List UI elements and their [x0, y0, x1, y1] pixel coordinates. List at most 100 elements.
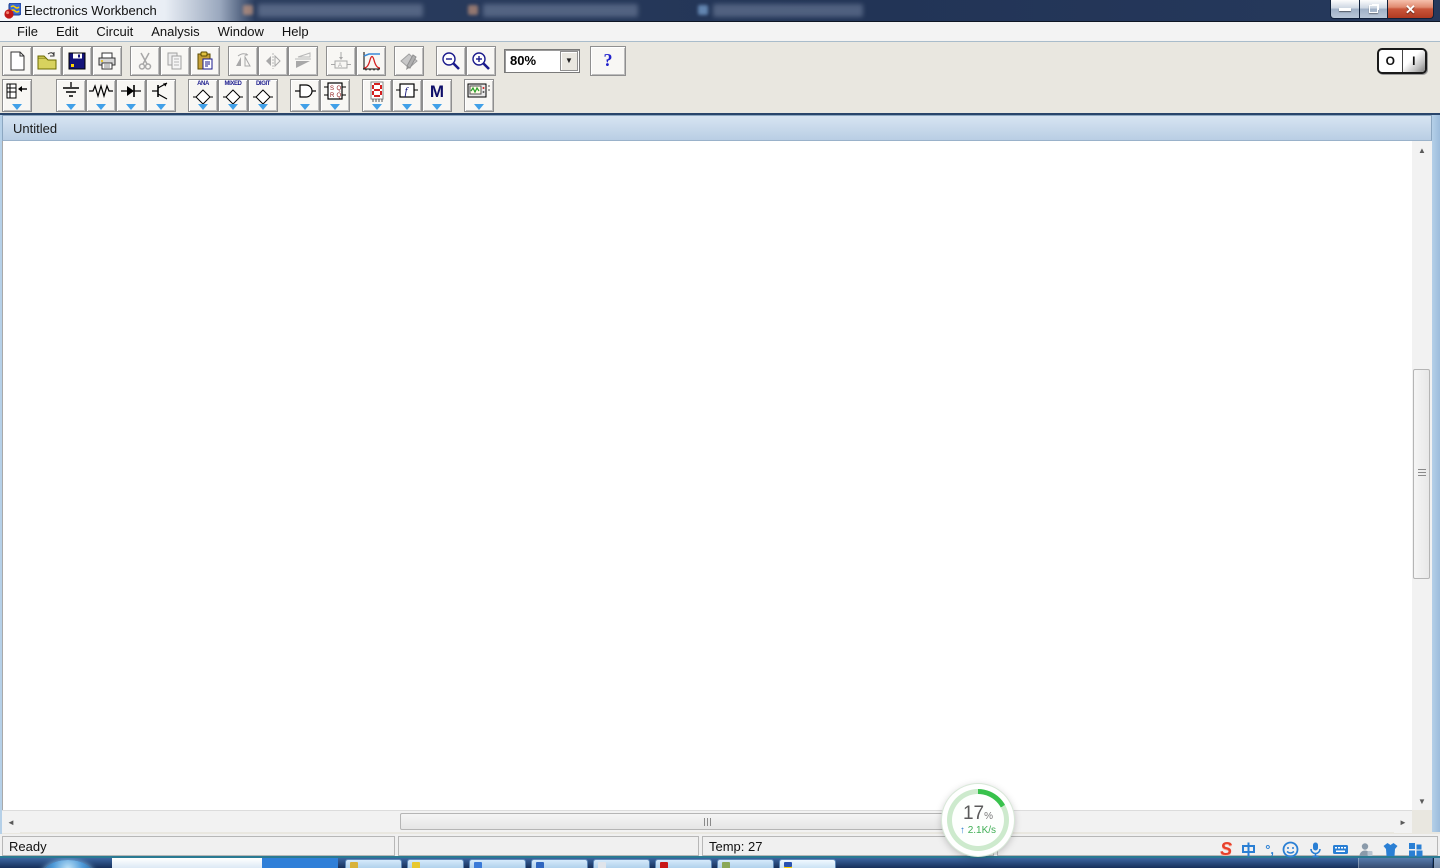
- bin-expand-arrow: [402, 104, 412, 110]
- background-window-blur: [483, 4, 638, 17]
- show-desktop-button[interactable]: [1433, 858, 1440, 868]
- quick-launch-highlight[interactable]: [262, 858, 338, 868]
- menu-window[interactable]: Window: [209, 22, 273, 41]
- zoom-out-button[interactable]: [436, 46, 466, 76]
- rotate-button[interactable]: [228, 46, 258, 76]
- horizontal-scrollbar-thumb[interactable]: [400, 813, 1012, 830]
- logic-gate-icon: [293, 80, 317, 102]
- bin-mixed-ics[interactable]: MIXED: [218, 79, 248, 112]
- taskbar[interactable]: [0, 858, 1440, 868]
- scroll-left-button[interactable]: ◄: [2, 811, 20, 833]
- taskbar-app-icon: [474, 862, 482, 868]
- window-right-border: [1432, 115, 1440, 832]
- controls-function-icon: f: [395, 80, 419, 102]
- quick-launch-area[interactable]: [112, 858, 262, 868]
- download-progress-widget[interactable]: 17% ↑ 2.1K/s: [942, 784, 1014, 856]
- flipflop-letter-q2: Q: [337, 93, 342, 99]
- taskbar-button[interactable]: [345, 859, 402, 868]
- flipflop-letter-s: S: [330, 86, 334, 92]
- speed-value: 2.1K/s: [968, 825, 996, 836]
- emoji-face-icon[interactable]: [1282, 841, 1299, 858]
- bin-controls[interactable]: f: [392, 79, 422, 112]
- zoom-in-button[interactable]: [466, 46, 496, 76]
- circuit-canvas[interactable]: [2, 141, 1412, 810]
- chinese-mode-icon[interactable]: [1240, 841, 1257, 858]
- taskbar-button[interactable]: [655, 859, 712, 868]
- create-subcircuit-button[interactable]: A: [326, 46, 356, 76]
- taskbar-button[interactable]: [531, 859, 588, 868]
- misc-letter-icon: M: [430, 82, 444, 102]
- cut-button[interactable]: [130, 46, 160, 76]
- paste-button[interactable]: [190, 46, 220, 76]
- new-file-button[interactable]: [2, 46, 32, 76]
- display-graphs-button[interactable]: [356, 46, 386, 76]
- bin-digital[interactable]: SQRQ: [320, 79, 350, 112]
- zoom-in-icon: [470, 50, 492, 72]
- account-person-icon[interactable]: [1357, 841, 1374, 858]
- scroll-down-button[interactable]: ▼: [1412, 792, 1432, 810]
- close-button[interactable]: ✕: [1388, 0, 1434, 19]
- vertical-scrollbar[interactable]: ▲ ▼: [1412, 141, 1432, 810]
- toolbox-grid-icon[interactable]: [1407, 841, 1424, 858]
- print-button[interactable]: [92, 46, 122, 76]
- microphone-icon[interactable]: [1307, 841, 1324, 858]
- help-button[interactable]: ?: [590, 46, 626, 76]
- sogou-ime-toolbar[interactable]: S °,: [1220, 839, 1424, 859]
- analysis-graph-icon: [360, 50, 382, 72]
- percent-value: 17: [963, 803, 984, 824]
- taskbar-button[interactable]: [407, 859, 464, 868]
- bin-sources[interactable]: [56, 79, 86, 112]
- bin-instruments[interactable]: [464, 79, 494, 112]
- power-on-label[interactable]: I: [1402, 50, 1426, 72]
- bin-analog-ics[interactable]: ANA: [188, 79, 218, 112]
- taskbar-button-active[interactable]: [779, 859, 836, 868]
- copy-button[interactable]: [160, 46, 190, 76]
- flipflop-icon: SQRQ: [323, 80, 347, 104]
- power-off-label[interactable]: O: [1379, 50, 1402, 72]
- instruments-scope-icon: [466, 80, 492, 102]
- zoom-dropdown-arrow[interactable]: ▼: [560, 51, 578, 71]
- document-title: Untitled: [3, 121, 57, 136]
- bin-transistors[interactable]: [146, 79, 176, 112]
- soft-keyboard-icon[interactable]: [1332, 841, 1349, 858]
- taskbar-button[interactable]: [469, 859, 526, 868]
- bin-favorites[interactable]: [2, 79, 32, 112]
- scroll-left-icon: ◄: [7, 818, 15, 827]
- horizontal-scrollbar[interactable]: ◄ ►: [2, 810, 1412, 832]
- menu-file[interactable]: File: [8, 22, 47, 41]
- save-button[interactable]: [62, 46, 92, 76]
- bin-logic-gates[interactable]: [290, 79, 320, 112]
- scroll-up-button[interactable]: ▲: [1412, 141, 1432, 159]
- main-toolbar: A 80% ▼ ?: [0, 43, 1440, 78]
- minimize-button[interactable]: [1330, 0, 1360, 19]
- menu-help[interactable]: Help: [273, 22, 318, 41]
- progress-ring: 17% ↑ 2.1K/s: [947, 789, 1009, 851]
- bin-miscellaneous[interactable]: M: [422, 79, 452, 112]
- zoom-level-select[interactable]: 80% ▼: [504, 49, 580, 73]
- restore-button[interactable]: [1360, 0, 1388, 19]
- bin-digital-ics[interactable]: DIGIT: [248, 79, 278, 112]
- start-button[interactable]: [42, 860, 94, 868]
- punctuation-mode-icon[interactable]: °,: [1265, 843, 1274, 856]
- menu-analysis[interactable]: Analysis: [142, 22, 208, 41]
- menu-circuit[interactable]: Circuit: [87, 22, 142, 41]
- flip-horizontal-button[interactable]: [258, 46, 288, 76]
- document-titlebar[interactable]: Untitled: [2, 115, 1432, 141]
- component-properties-button[interactable]: [394, 46, 424, 76]
- flip-vertical-button[interactable]: [288, 46, 318, 76]
- vertical-scrollbar-thumb[interactable]: [1413, 369, 1430, 579]
- bin-basic[interactable]: [86, 79, 116, 112]
- taskbar-app-icon: [412, 862, 420, 868]
- open-file-button[interactable]: [32, 46, 62, 76]
- scroll-right-button[interactable]: ►: [1394, 811, 1412, 833]
- bin-expand-arrow: [12, 104, 22, 110]
- taskbar-button[interactable]: [593, 859, 650, 868]
- bin-indicators[interactable]: [362, 79, 392, 112]
- taskbar-button[interactable]: [717, 859, 774, 868]
- taskbar-clock-area[interactable]: [1358, 858, 1432, 868]
- sogou-logo-icon[interactable]: S: [1220, 840, 1232, 858]
- simulation-power-switch[interactable]: O I: [1377, 48, 1427, 74]
- skin-shirt-icon[interactable]: [1382, 841, 1399, 858]
- menu-edit[interactable]: Edit: [47, 22, 87, 41]
- bin-diodes[interactable]: [116, 79, 146, 112]
